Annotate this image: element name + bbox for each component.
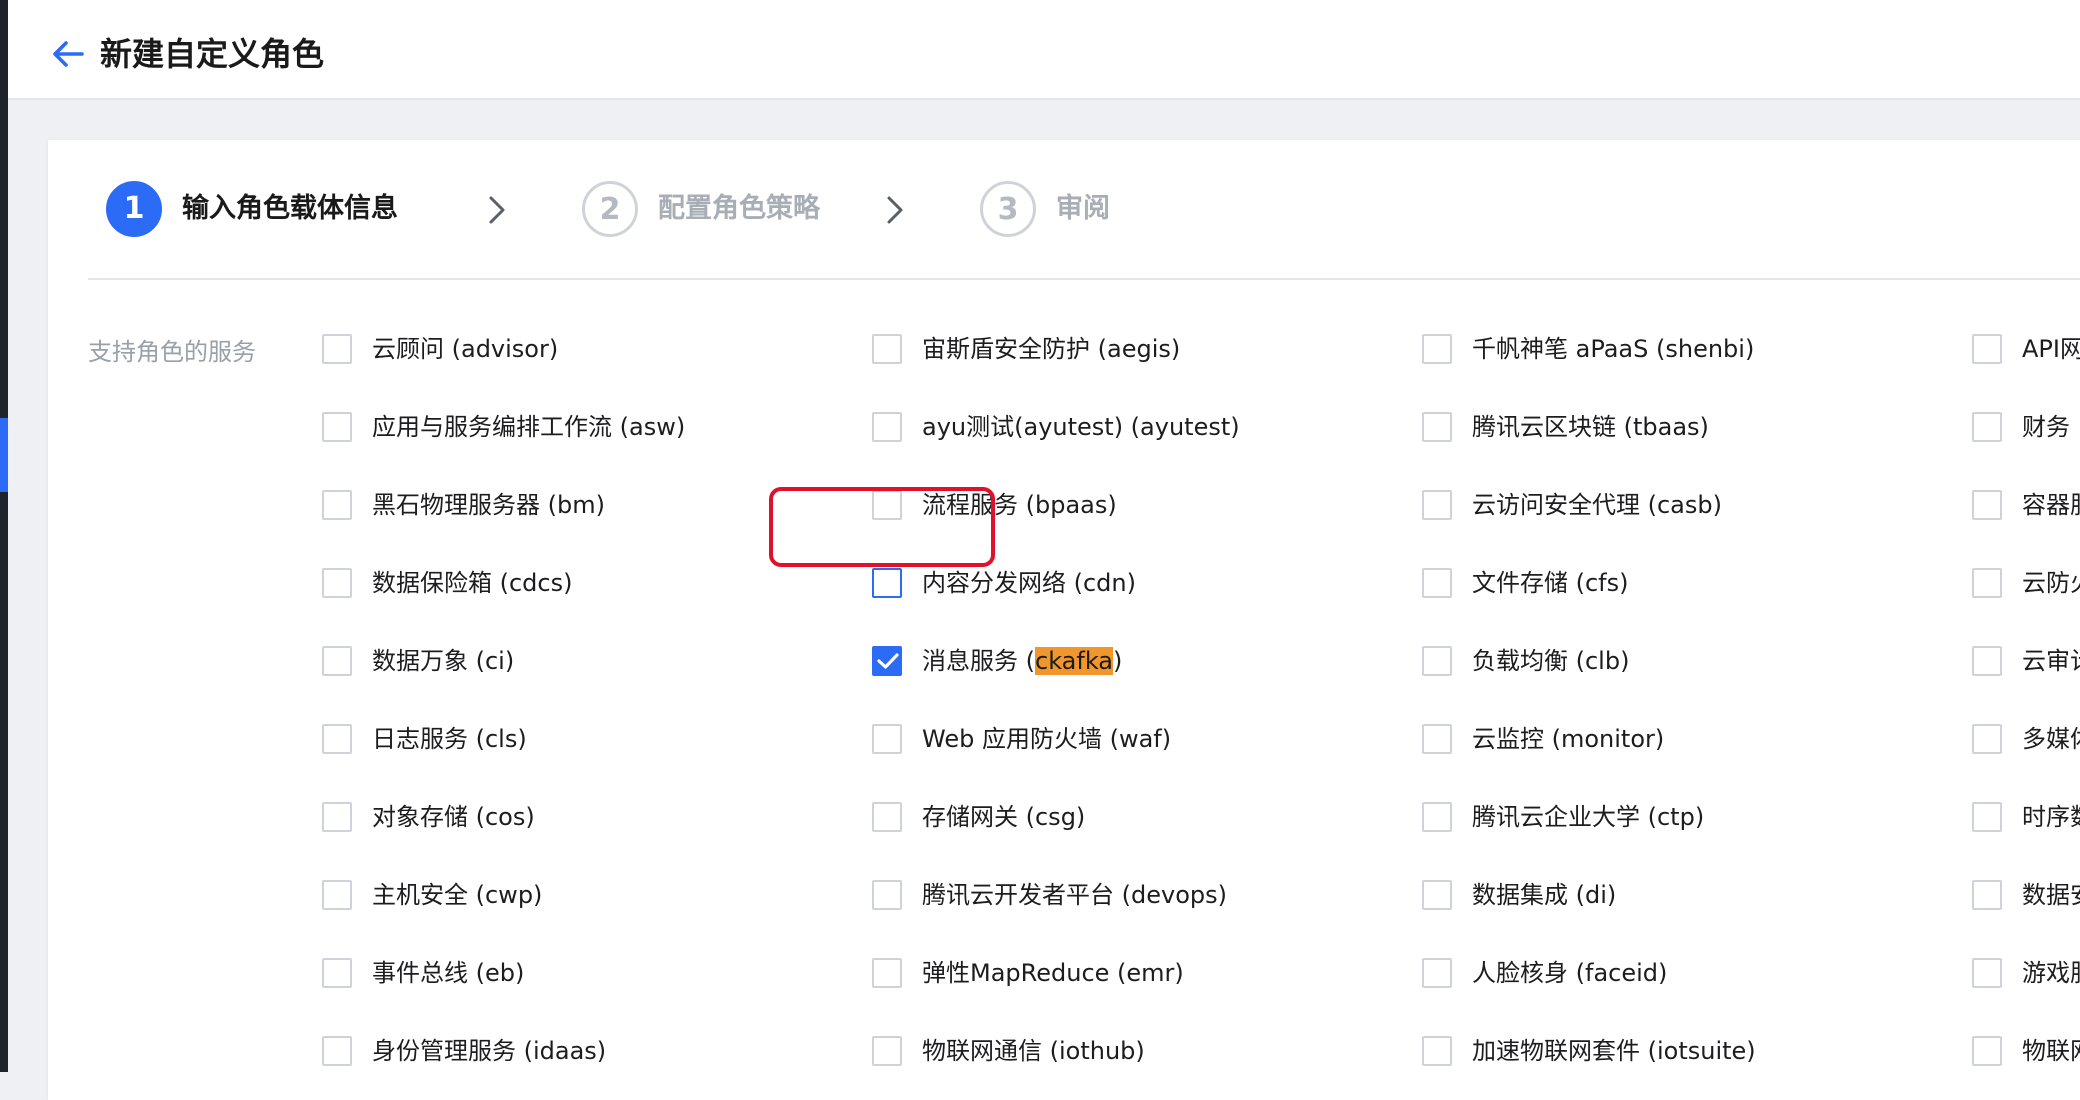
service-label: 事件总线 (eb) (372, 959, 525, 987)
step-1-label: 输入角色载体信息 (182, 193, 398, 224)
service-label: 数据安 (2022, 881, 2080, 909)
service-label: 日志服务 (cls) (372, 725, 527, 753)
service-label: API网 (2022, 335, 2080, 363)
service-checkbox[interactable] (872, 880, 902, 910)
service-checkbox[interactable] (322, 802, 352, 832)
service-label: 容器服 (2022, 491, 2080, 519)
service-checkbox[interactable] (1422, 802, 1452, 832)
service-checkbox[interactable] (1422, 958, 1452, 988)
service-checkbox[interactable] (1972, 334, 2002, 364)
service-checkbox[interactable] (322, 568, 352, 598)
annotation-highlight-box (769, 487, 995, 567)
service-label: 数据集成 (di) (1472, 881, 1617, 909)
service-label: 消息服务 (ckafka) (922, 640, 1122, 682)
service-checkbox[interactable] (322, 646, 352, 676)
service-checkbox[interactable] (872, 334, 902, 364)
service-checkbox[interactable] (1422, 646, 1452, 676)
service-checkbox[interactable] (322, 724, 352, 754)
service-checkbox[interactable] (322, 880, 352, 910)
back-arrow-icon[interactable] (48, 34, 88, 74)
service-checkbox[interactable] (1972, 490, 2002, 520)
service-label-suffix: ) (1113, 647, 1123, 675)
service-checkbox[interactable] (1972, 802, 2002, 832)
service-checkbox[interactable] (872, 724, 902, 754)
service-checkbox[interactable] (322, 334, 352, 364)
service-checkbox[interactable] (1422, 490, 1452, 520)
service-checkbox[interactable] (1422, 880, 1452, 910)
service-label: 存储网关 (csg) (922, 803, 1086, 831)
service-label: Web 应用防火墙 (waf) (922, 725, 1172, 753)
service-label: 弹性MapReduce (emr) (922, 959, 1184, 987)
page-title: 新建自定义角色 (100, 35, 325, 73)
service-label-prefix: 消息服务 ( (922, 647, 1035, 675)
service-label: 数据保险箱 (cdcs) (372, 569, 573, 597)
service-checkbox[interactable] (1422, 334, 1452, 364)
service-label: 腾讯云企业大学 (ctp) (1472, 803, 1705, 831)
service-checkbox[interactable] (322, 1036, 352, 1066)
service-checkbox[interactable] (322, 490, 352, 520)
service-label: 人脸核身 (faceid) (1472, 959, 1668, 987)
service-label: 云监控 (monitor) (1472, 725, 1665, 753)
step-1-number: 1 (106, 181, 162, 237)
service-label: 物联网通信 (iothub) (922, 1037, 1145, 1065)
service-label: 云访问安全代理 (casb) (1472, 491, 1722, 519)
supported-services-label: 支持角色的服务 (88, 338, 256, 366)
service-label: 身份管理服务 (idaas) (372, 1037, 607, 1065)
service-checkbox[interactable] (1422, 568, 1452, 598)
service-label: 云防火 (2022, 569, 2080, 597)
service-checkbox[interactable] (1972, 880, 2002, 910)
service-label: 对象存储 (cos) (372, 803, 535, 831)
stepper-divider (88, 278, 2080, 280)
service-checkbox[interactable] (1972, 412, 2002, 442)
service-checkbox[interactable] (872, 958, 902, 988)
step-3-number: 3 (980, 181, 1036, 237)
service-label: ayu测试(ayutest) (ayutest) (922, 413, 1240, 441)
service-label: 腾讯云开发者平台 (devops) (922, 881, 1227, 909)
service-checkbox[interactable] (872, 802, 902, 832)
service-checkbox[interactable] (1422, 412, 1452, 442)
checkmark-icon (877, 653, 899, 669)
service-label: 文件存储 (cfs) (1472, 569, 1629, 597)
service-checkbox[interactable] (1972, 568, 2002, 598)
service-checkbox[interactable] (872, 568, 902, 598)
service-checkbox[interactable] (1422, 724, 1452, 754)
step-2-label: 配置角色策略 (658, 193, 820, 224)
service-checkbox[interactable] (322, 958, 352, 988)
service-checkbox-checked[interactable] (872, 646, 902, 676)
service-label: 加速物联网套件 (iotsuite) (1472, 1037, 1756, 1065)
service-checkbox[interactable] (872, 1036, 902, 1066)
service-label: 内容分发网络 (cdn) (922, 569, 1136, 597)
service-label: 负载均衡 (clb) (1472, 647, 1630, 675)
left-nav-active-indicator (0, 418, 8, 492)
left-nav-rail (0, 0, 8, 1072)
service-checkbox[interactable] (1972, 724, 2002, 754)
service-checkbox[interactable] (1422, 1036, 1452, 1066)
service-checkbox[interactable] (1972, 646, 2002, 676)
service-label: 游戏服 (2022, 959, 2080, 987)
service-label: 多媒体 (2022, 725, 2080, 753)
service-label: 物联网 (2022, 1037, 2080, 1065)
service-label: 应用与服务编排工作流 (asw) (372, 413, 686, 441)
chevron-right-icon (887, 196, 903, 224)
service-label: 财务 (2022, 413, 2070, 441)
step-2-number: 2 (582, 181, 638, 237)
service-label: 云审计 (2022, 647, 2080, 675)
page-header: 新建自定义角色 (8, 0, 2080, 100)
search-match-highlight: ckafka (1035, 647, 1114, 675)
service-checkbox[interactable] (1972, 958, 2002, 988)
service-label: 主机安全 (cwp) (372, 881, 543, 909)
service-label: 黑石物理服务器 (bm) (372, 491, 605, 519)
chevron-right-icon (489, 196, 505, 224)
service-label: 千帆神笔 aPaaS (shenbi) (1472, 335, 1755, 363)
service-label: 宙斯盾安全防护 (aegis) (922, 335, 1181, 363)
service-checkbox[interactable] (1972, 1036, 2002, 1066)
step-3-label: 审阅 (1056, 193, 1110, 224)
service-label: 数据万象 (ci) (372, 647, 515, 675)
service-label: 腾讯云区块链 (tbaas) (1472, 413, 1709, 441)
service-checkbox[interactable] (872, 412, 902, 442)
service-checkbox[interactable] (322, 412, 352, 442)
stepper: 1 输入角色载体信息 2 配置角色策略 3 审阅 (88, 180, 2080, 240)
service-label: 云顾问 (advisor) (372, 335, 559, 363)
service-label: 时序数 (2022, 803, 2080, 831)
